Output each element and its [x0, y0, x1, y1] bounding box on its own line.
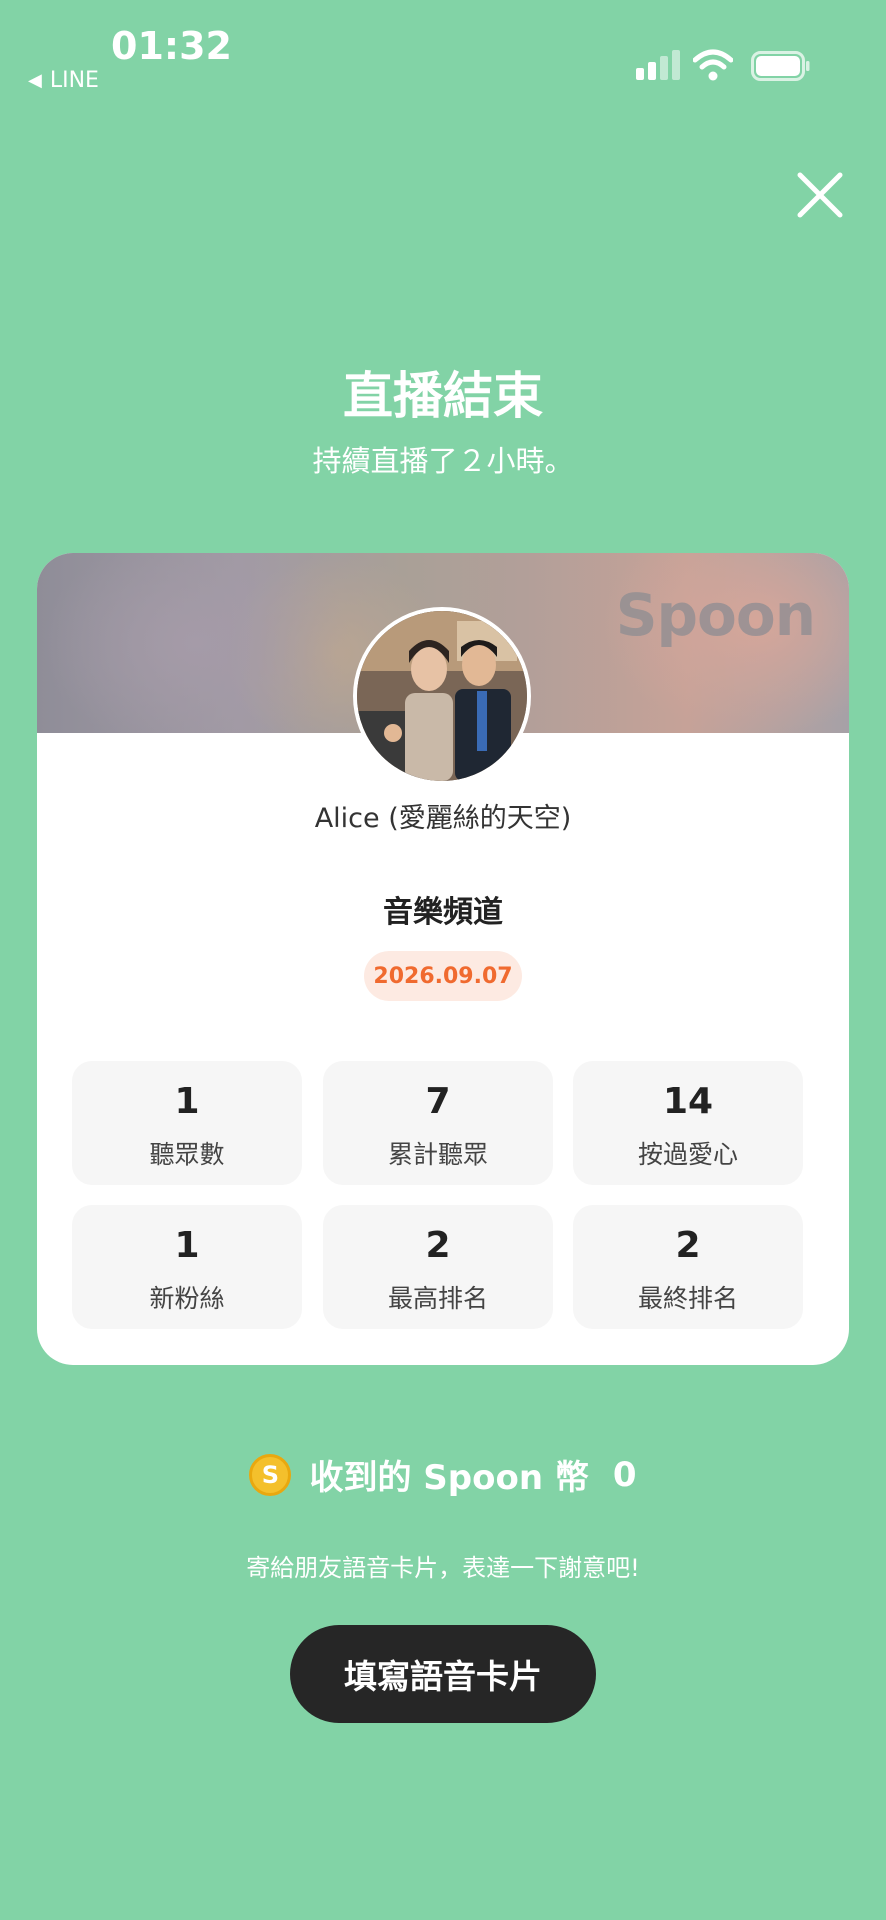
stat-value: 1 — [174, 1081, 200, 1122]
stat-label: 最高排名 — [387, 1284, 488, 1313]
stat-value: 2 — [675, 1225, 701, 1266]
stat-listeners: 1 聽眾數 — [72, 1061, 302, 1185]
battery-icon — [751, 51, 810, 81]
stat-label: 最終排名 — [637, 1284, 738, 1313]
stat-label: 按過愛心 — [637, 1140, 738, 1169]
coins-label: 收到的 Spoon 幣 — [309, 1458, 589, 1498]
stat-value: 7 — [425, 1081, 451, 1122]
page-title: 直播結束 — [343, 367, 543, 425]
host-name: Alice (愛麗絲的天空) — [314, 803, 572, 834]
write-voice-card-button[interactable]: 填寫語音卡片 — [290, 1625, 596, 1723]
close-icon[interactable] — [795, 170, 845, 220]
avatar-photo — [357, 611, 527, 781]
back-to-app-link[interactable]: ◀ LINE — [28, 68, 99, 93]
avatar — [353, 607, 531, 785]
stat-label: 累計聽眾 — [387, 1140, 488, 1169]
stat-total-listeners: 7 累計聽眾 — [323, 1061, 553, 1185]
stat-final-rank: 2 最終排名 — [573, 1205, 803, 1329]
stat-highest-rank: 2 最高排名 — [323, 1205, 553, 1329]
broadcast-summary-card: Spoon Alice (愛麗絲的天空) 音樂頻道 2026.09.07 1 聽… — [37, 553, 849, 1365]
wifi-icon — [693, 49, 733, 81]
status-time: 01:32 — [111, 24, 232, 68]
stat-label: 新粉絲 — [149, 1284, 225, 1313]
stat-value: 1 — [174, 1225, 200, 1266]
stat-value: 14 — [662, 1081, 714, 1122]
stat-new-fans: 1 新粉絲 — [72, 1205, 302, 1329]
thanks-message: 寄給朋友語音卡片，表達一下謝意吧! — [246, 1554, 640, 1582]
broadcast-duration: 持續直播了２小時。 — [312, 444, 574, 478]
channel-title: 音樂頻道 — [383, 895, 503, 930]
stat-label: 聽眾數 — [149, 1140, 225, 1169]
coins-count: 0 — [612, 1454, 637, 1495]
spoon-coin-icon: S — [249, 1453, 292, 1496]
signal-icon — [636, 50, 680, 80]
back-triangle-icon: ◀ — [28, 70, 42, 91]
broadcast-date-badge: 2026.09.07 — [364, 951, 522, 1001]
brand-logo: Spoon — [615, 581, 816, 649]
stat-likes: 14 按過愛心 — [573, 1061, 803, 1185]
stat-value: 2 — [425, 1225, 451, 1266]
coins-received: S 收到的 Spoon 幣 0 — [0, 1450, 886, 1499]
back-app-label: LINE — [49, 68, 99, 93]
